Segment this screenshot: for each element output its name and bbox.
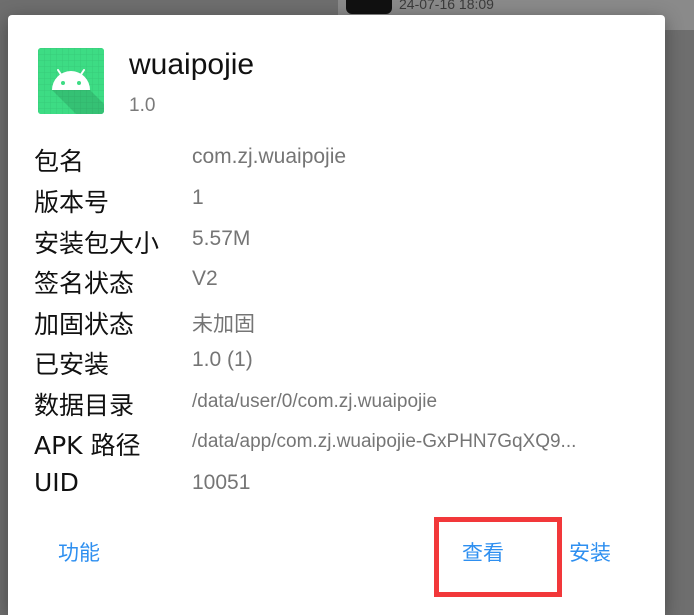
info-label: 版本号 [34, 188, 110, 217]
features-button[interactable]: 功能 [58, 537, 100, 567]
android-icon [38, 48, 104, 114]
info-label: APK 路径 [34, 431, 141, 460]
install-button[interactable]: 安装 [569, 537, 611, 567]
info-value: /data/user/0/com.zj.wuaipojie [192, 391, 438, 412]
app-info-dialog: wuaipojie 1.0 包名 com.zj.wuaipojie 版本号 1 … [8, 15, 665, 615]
info-label: 数据目录 [34, 391, 135, 420]
info-value: com.zj.wuaipojie [192, 145, 347, 168]
info-label: 包名 [34, 147, 85, 176]
info-value: 5.57M [192, 227, 251, 250]
info-value: /data/app/com.zj.wuaipojie-GxPHN7GqXQ9..… [192, 431, 577, 452]
app-name: wuaipojie [129, 48, 255, 81]
info-row-hardening: 加固状态 未加固 [34, 305, 654, 345]
info-label: 加固状态 [34, 310, 135, 339]
info-label: 已安装 [34, 350, 110, 379]
info-row-signature: 签名状态 V2 [34, 264, 654, 304]
info-value: 未加固 [192, 312, 255, 336]
info-row-apk-path: APK 路径 /data/app/com.zj.wuaipojie-GxPHN7… [34, 426, 654, 466]
info-value: 1.0 (1) [192, 348, 253, 371]
info-row-installed: 已安装 1.0 (1) [34, 345, 654, 385]
info-label: 签名状态 [34, 269, 135, 298]
info-value: V2 [192, 267, 218, 290]
info-value: 1 [192, 186, 204, 209]
info-row-version-code: 版本号 1 [34, 183, 654, 223]
info-row-uid: UID 10051 [34, 468, 654, 508]
background-timestamp: 24-07-16 18:09 [399, 0, 494, 12]
info-row-package: 包名 com.zj.wuaipojie [34, 142, 654, 182]
info-row-package-size: 安装包大小 5.57M [34, 224, 654, 264]
info-value: 10051 [192, 471, 251, 494]
info-row-data-dir: 数据目录 /data/user/0/com.zj.wuaipojie [34, 386, 654, 426]
background-avatar [346, 0, 392, 14]
info-label: UID [34, 468, 79, 497]
view-button[interactable]: 查看 [462, 537, 504, 567]
info-label: 安装包大小 [34, 229, 160, 258]
app-version: 1.0 [129, 95, 156, 116]
